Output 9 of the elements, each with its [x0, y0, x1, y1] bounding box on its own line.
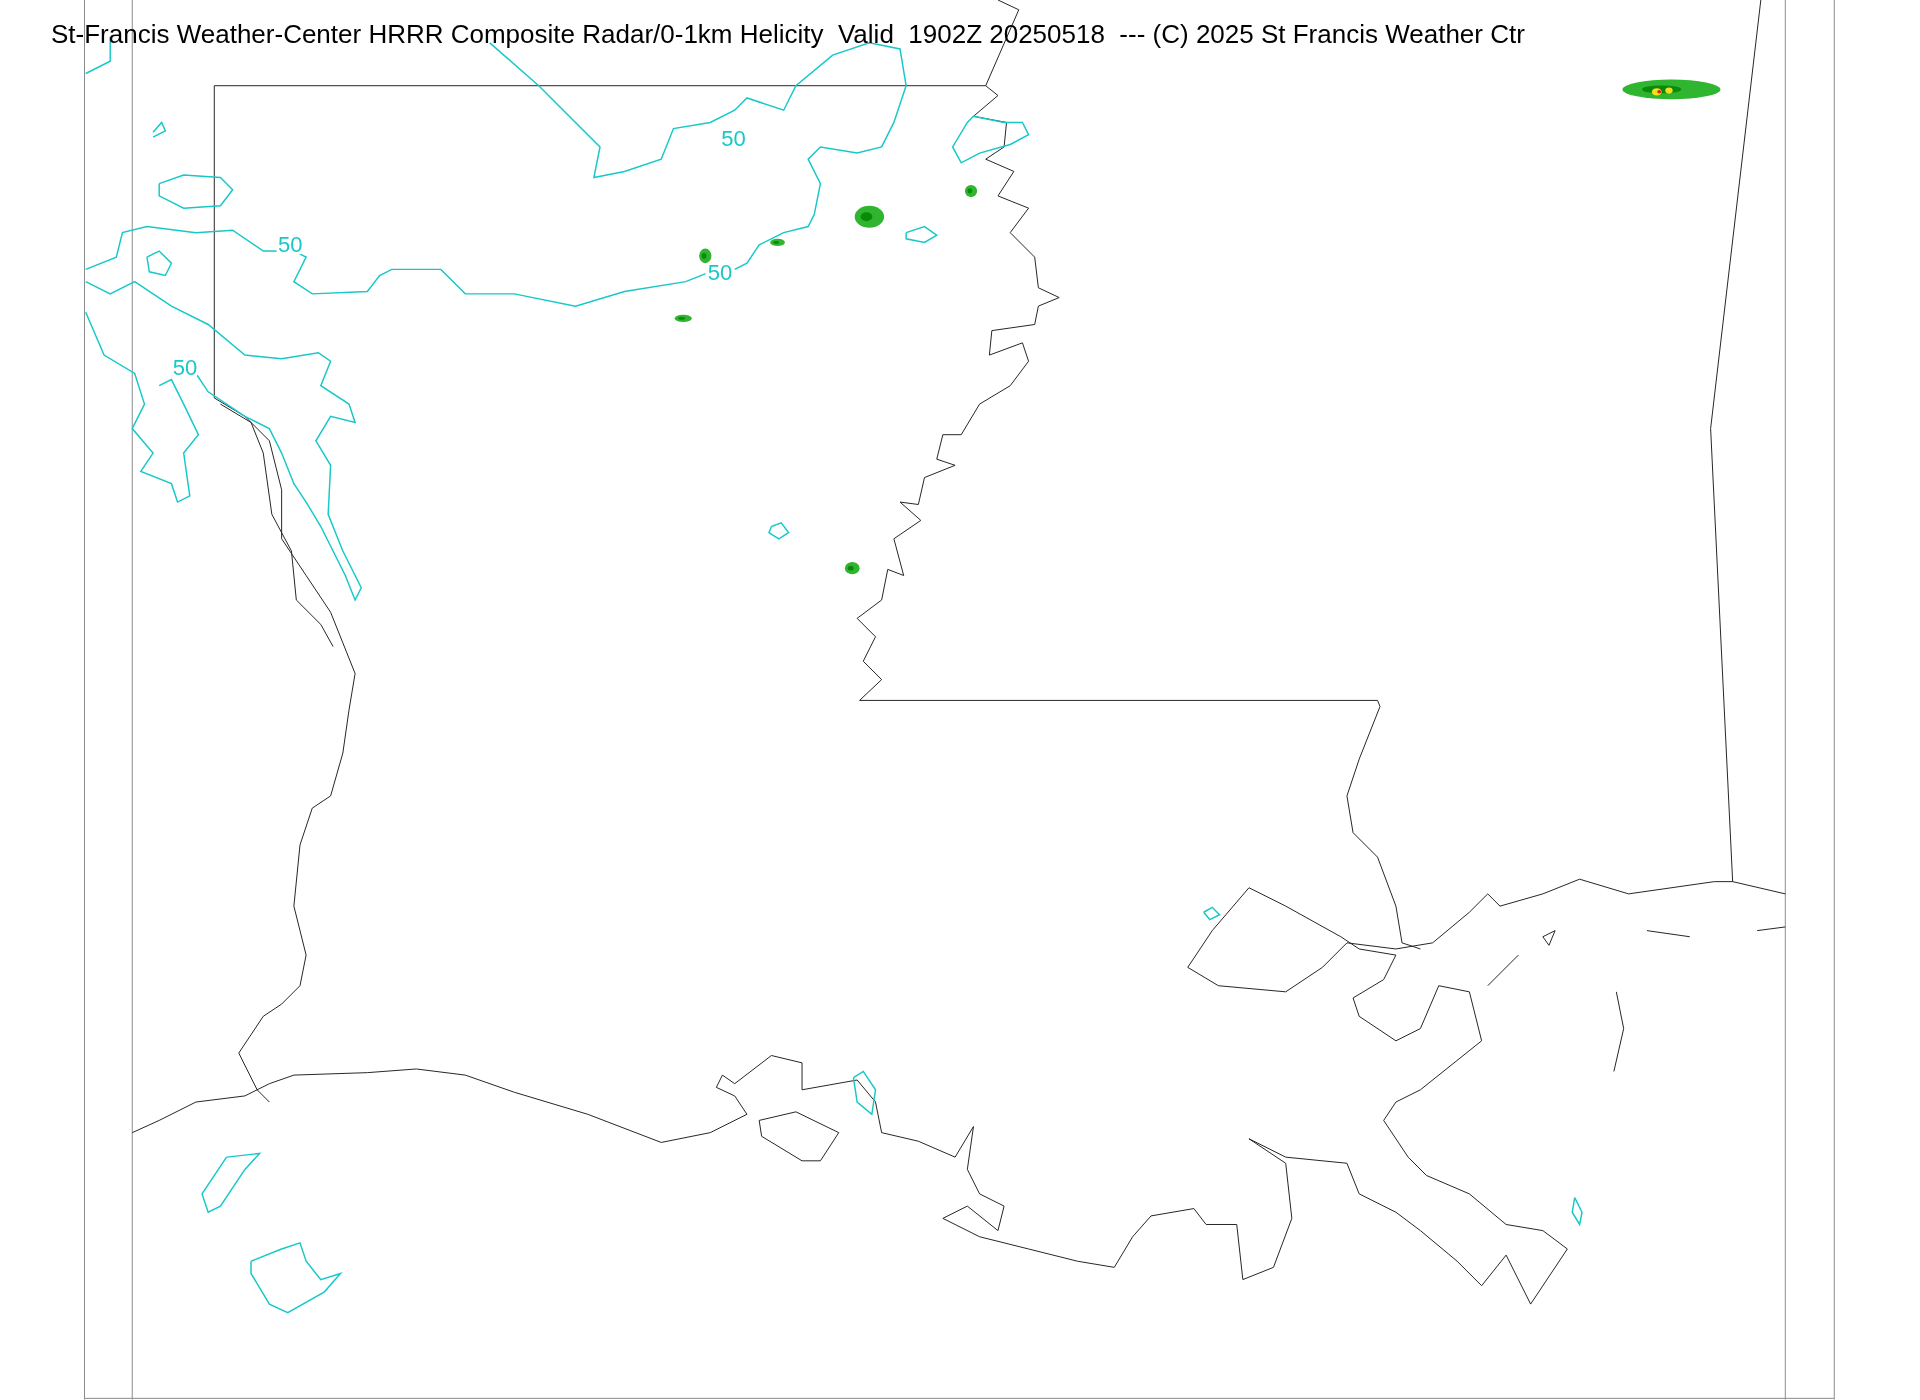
- radar-echo: [854, 205, 885, 228]
- contour-label: 50: [707, 260, 733, 286]
- radar-echo: [964, 184, 978, 198]
- radar-echo: [844, 562, 860, 575]
- radar-echo: [770, 238, 785, 247]
- radar-echo: [674, 314, 692, 323]
- radar-echo: [699, 248, 712, 264]
- map-title: St-Francis Weather-Center HRRR Composite Radar/0-1km Helicity Valid 1902Z 20250518 --- (C) 2025 St Francis Weather Ctr: [51, 19, 1525, 50]
- contour-label: 50: [721, 125, 746, 151]
